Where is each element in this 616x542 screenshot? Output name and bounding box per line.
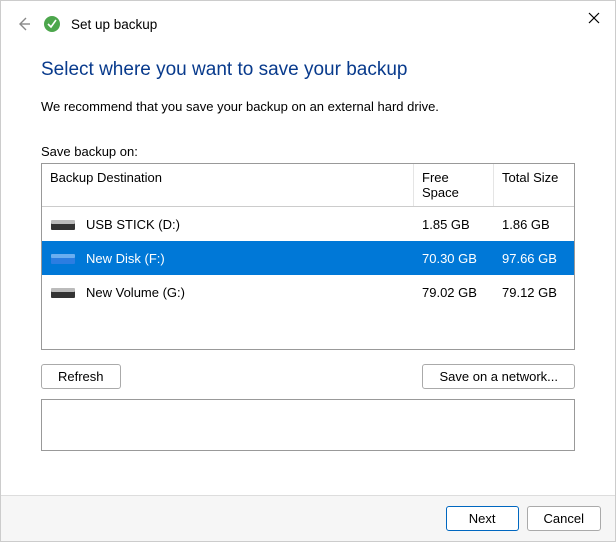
drive-icon [50, 285, 76, 299]
close-icon [588, 12, 600, 24]
drive-free: 79.02 GB [414, 279, 494, 306]
drive-name: USB STICK (D:) [86, 217, 180, 232]
col-header-free[interactable]: Free Space [414, 164, 494, 206]
drive-icon [50, 251, 76, 265]
back-button[interactable] [15, 15, 33, 33]
next-button[interactable]: Next [446, 506, 519, 531]
drive-icon [50, 217, 76, 231]
col-header-destination[interactable]: Backup Destination [42, 164, 414, 206]
refresh-button[interactable]: Refresh [41, 364, 121, 389]
info-panel [41, 399, 575, 451]
table-row[interactable]: New Disk (F:) 70.30 GB97.66 GB [42, 241, 574, 275]
cancel-button[interactable]: Cancel [527, 506, 601, 531]
footer: Next Cancel [1, 495, 615, 541]
setup-backup-label: Set up backup [71, 17, 157, 32]
recommend-text: We recommend that you save your backup o… [41, 99, 575, 114]
table-row[interactable]: New Volume (G:) 79.02 GB79.12 GB [42, 275, 574, 309]
page-title: Select where you want to save your backu… [41, 59, 575, 81]
drive-table: Backup Destination Free Space Total Size… [41, 163, 575, 350]
drive-name: New Volume (G:) [86, 285, 185, 300]
backup-shield-icon [43, 15, 61, 33]
table-row[interactable]: USB STICK (D:) 1.85 GB1.86 GB [42, 207, 574, 241]
back-arrow-icon [16, 16, 32, 32]
close-button[interactable] [583, 7, 605, 29]
table-header: Backup Destination Free Space Total Size [42, 164, 574, 207]
drive-total: 79.12 GB [494, 279, 574, 306]
drive-free: 70.30 GB [414, 245, 494, 272]
save-on-network-button[interactable]: Save on a network... [422, 364, 575, 389]
drive-name: New Disk (F:) [86, 251, 165, 266]
save-on-label: Save backup on: [41, 144, 575, 159]
drive-free: 1.85 GB [414, 211, 494, 238]
drive-total: 1.86 GB [494, 211, 574, 238]
drive-total: 97.66 GB [494, 245, 574, 272]
col-header-total[interactable]: Total Size [494, 164, 574, 206]
